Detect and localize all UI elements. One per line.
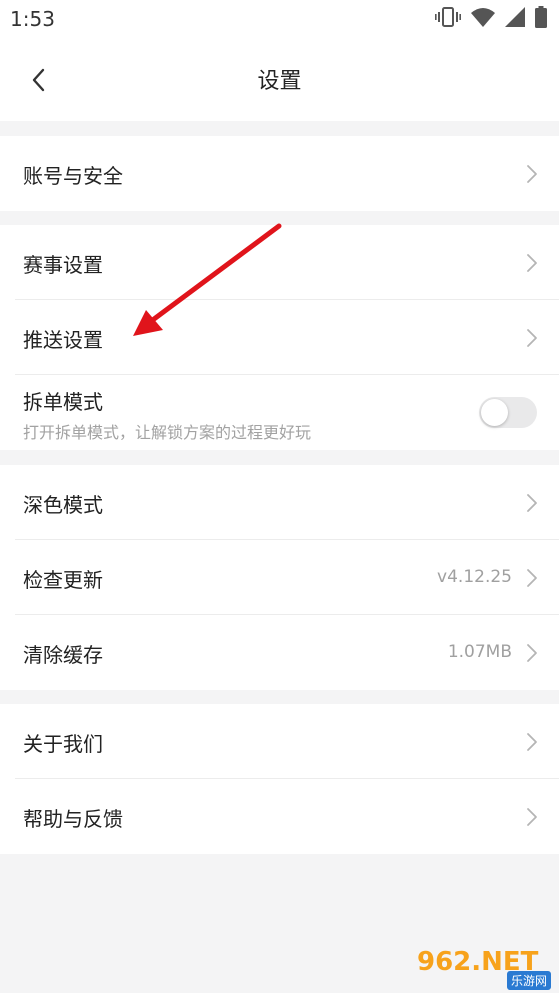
settings-item-subtitle: 打开拆单模式，让解锁方案的过程更好玩 [23,423,312,442]
chevron-right-icon [527,329,537,347]
status-bar: 1:53 [0,0,559,38]
settings-item-help-feedback[interactable]: 帮助与反馈 [0,779,559,854]
chevron-right-icon [527,644,537,662]
settings-item-label: 深色模式 [23,493,103,517]
settings-item-push-settings[interactable]: 推送设置 [0,300,559,375]
app-version-value: v4.12.25 [437,567,512,587]
vibrate-icon [435,7,461,31]
settings-item-about-us[interactable]: 关于我们 [0,704,559,779]
chevron-right-icon [527,254,537,272]
settings-group-about: 关于我们 帮助与反馈 [0,704,559,854]
status-icons [435,6,547,32]
settings-item-check-update[interactable]: 检查更新 v4.12.25 [0,540,559,615]
chevron-right-icon [527,808,537,826]
battery-icon [535,6,547,32]
settings-item-match-settings[interactable]: 赛事设置 [0,225,559,300]
settings-item-dark-mode[interactable]: 深色模式 [0,465,559,540]
settings-item-account-security[interactable]: 账号与安全 [0,136,559,211]
status-time: 1:53 [10,7,55,31]
settings-item-label: 拆单模式 [23,390,103,414]
cache-size-value: 1.07MB [447,642,512,662]
settings-item-label: 账号与安全 [23,164,123,188]
nav-bar: 设置 [0,38,559,121]
settings-group-account: 账号与安全 [0,136,559,211]
chevron-right-icon [527,569,537,587]
settings-item-clear-cache[interactable]: 清除缓存 1.07MB [0,615,559,690]
settings-item-label: 检查更新 [23,568,103,592]
settings-group-app: 深色模式 检查更新 v4.12.25 清除缓存 1.07MB [0,465,559,690]
watermark-logo: 962.NET 乐游网 [417,947,553,990]
signal-icon [505,7,525,31]
settings-item-label: 推送设置 [23,328,103,352]
settings-item-label: 关于我们 [23,732,103,756]
settings-item-label: 帮助与反馈 [23,807,123,831]
settings-group-preferences: 赛事设置 推送设置 拆单模式 打开拆单模式，让解锁方案的过程更好玩 [0,225,559,450]
chevron-right-icon [527,494,537,512]
toggle-knob [481,399,508,426]
settings-item-label: 清除缓存 [23,643,103,667]
chevron-right-icon [527,733,537,751]
watermark-sub-text: 乐游网 [506,971,551,990]
settings-item-split-mode: 拆单模式 打开拆单模式，让解锁方案的过程更好玩 [0,375,559,450]
split-mode-toggle[interactable] [479,397,537,428]
settings-item-label: 赛事设置 [23,253,103,277]
page-title: 设置 [257,69,302,94]
chevron-right-icon [527,165,537,183]
wifi-icon [471,7,495,31]
